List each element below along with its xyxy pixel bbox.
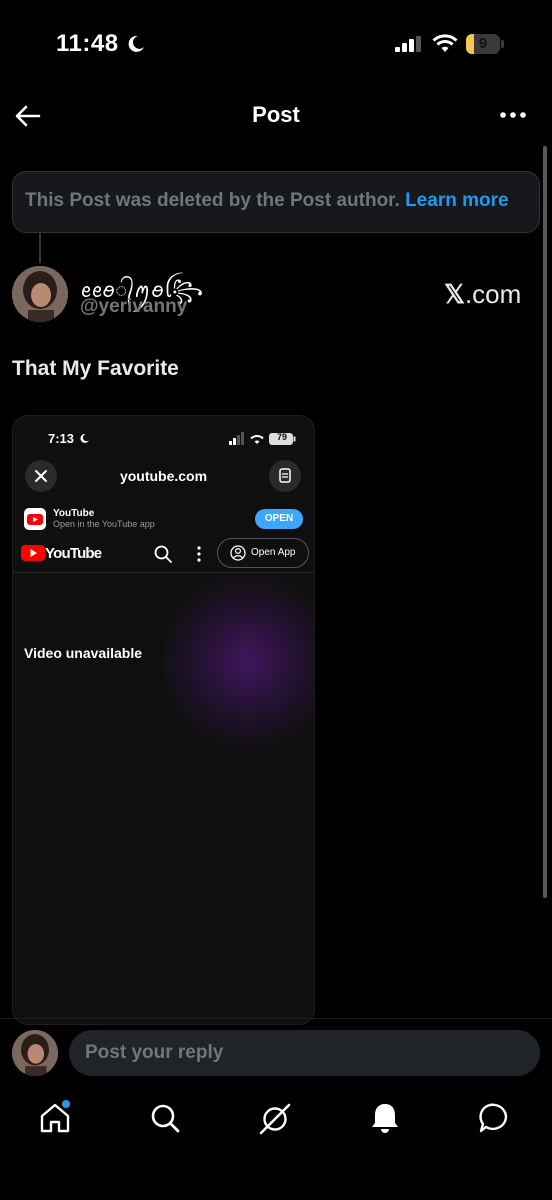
author-avatar[interactable]: [12, 266, 68, 322]
learn-more-link[interactable]: Learn more: [405, 190, 508, 211]
wifi-icon: [432, 34, 458, 52]
tab-home[interactable]: [35, 1098, 75, 1138]
embedded-search-icon: [154, 545, 172, 563]
embedded-video-unavailable: Video unavailable: [24, 645, 143, 661]
tab-messages[interactable]: [475, 1098, 515, 1138]
youtube-logo-icon: [21, 545, 45, 561]
battery-tip: [501, 40, 504, 48]
embedded-battery-level: 79: [276, 432, 287, 442]
scrollbar[interactable]: [543, 146, 547, 898]
x-logo-glyph: 𝕏: [444, 279, 465, 309]
more-horizontal-icon: [500, 112, 526, 118]
tab-search[interactable]: [145, 1098, 185, 1138]
source-suffix: .com: [464, 279, 522, 309]
embedded-status-time: 7:13: [48, 431, 75, 446]
thread-connector: [39, 233, 41, 263]
moon-icon: [128, 35, 144, 52]
battery-level: 9: [478, 35, 488, 52]
tab-notifications[interactable]: [365, 1098, 405, 1138]
embedded-app-subtitle: Open in the YouTube app: [53, 519, 155, 529]
post-text: That My Favorite: [12, 357, 179, 380]
deleted-post-notice: This Post was deleted by the Post author…: [12, 171, 540, 233]
page-title: Post: [252, 102, 300, 127]
embedded-open-app-button: Open App: [217, 538, 309, 568]
notifications-icon: [372, 1104, 398, 1133]
reply-divider: [0, 1018, 552, 1019]
grok-icon: [259, 1103, 291, 1135]
post-media-image[interactable]: 7:13 79 youtube.com YouTube Open in the …: [12, 415, 315, 1025]
more-options-button[interactable]: [498, 105, 530, 125]
signal-icon: [395, 36, 421, 52]
status-time: 11:48: [56, 30, 119, 57]
embedded-moon-icon: [80, 434, 89, 443]
author-handle[interactable]: @yerivanny: [80, 296, 187, 318]
tabs-icon: [279, 468, 291, 483]
user-avatar[interactable]: [12, 1030, 58, 1076]
post-source-label[interactable]: 𝕏.com: [444, 279, 521, 310]
home-icon: [40, 1100, 70, 1133]
account-icon: [230, 545, 246, 561]
youtube-logo-text: YouTube: [45, 545, 102, 562]
embedded-more-vertical-icon: [197, 546, 201, 562]
embedded-open-button: OPEN: [255, 509, 303, 529]
deleted-notice-text: This Post was deleted by the Post author…: [25, 190, 400, 211]
reply-input[interactable]: Post your reply: [69, 1030, 540, 1076]
embedded-tabs-button: [269, 460, 301, 492]
embedded-open-app-label: Open App: [251, 547, 296, 558]
search-icon: [151, 1104, 180, 1133]
embedded-purple-glow: [163, 566, 314, 756]
tab-grok[interactable]: [255, 1098, 295, 1138]
embedded-youtube-app-icon: [24, 508, 46, 530]
battery-icon: 9: [466, 34, 500, 54]
messages-icon: [479, 1103, 508, 1133]
embedded-app-title: YouTube: [53, 508, 95, 519]
reply-placeholder: Post your reply: [85, 1042, 224, 1063]
